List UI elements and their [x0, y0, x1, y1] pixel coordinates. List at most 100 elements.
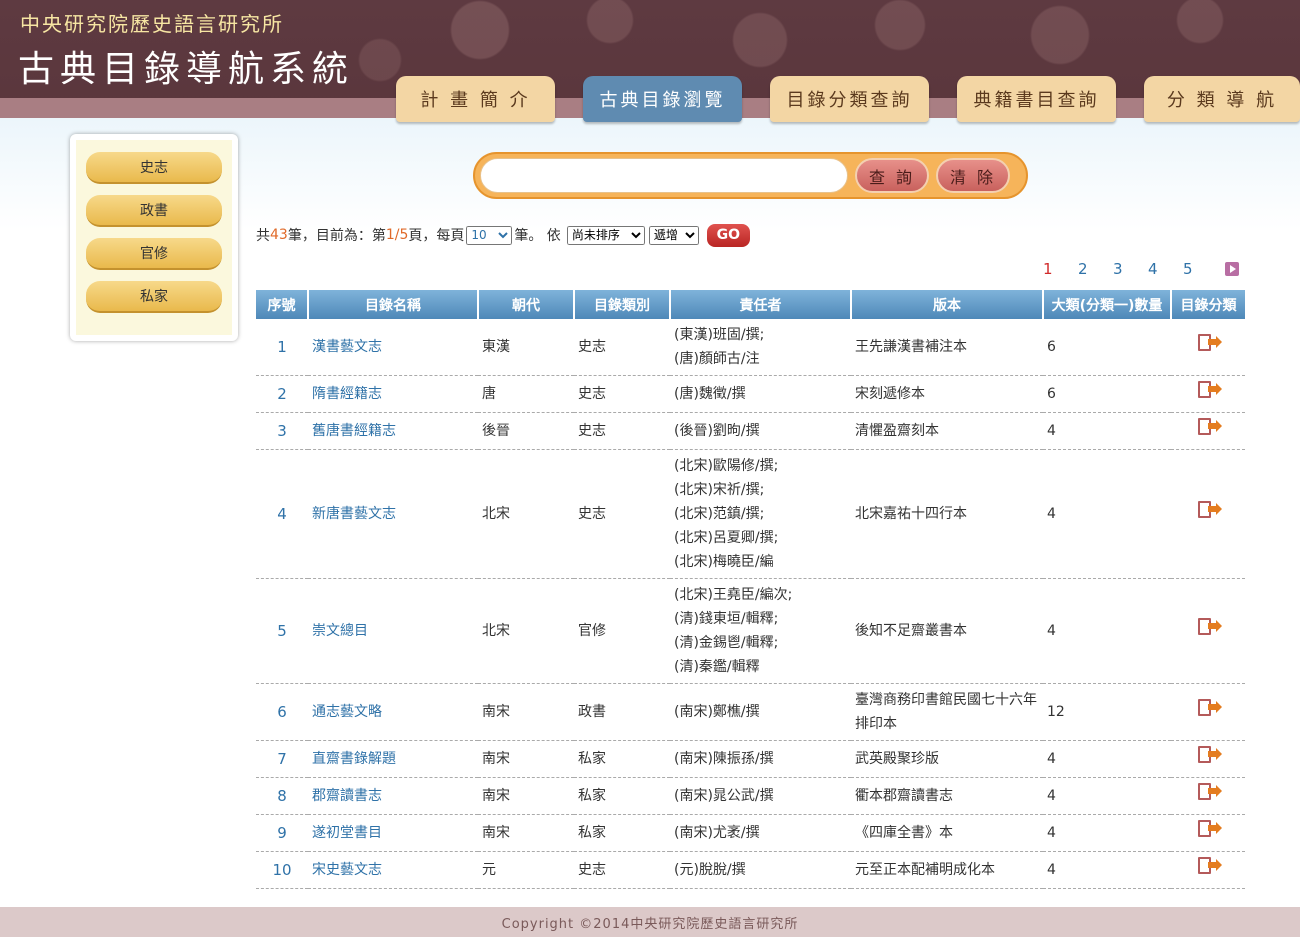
open-classification-icon[interactable] [1196, 782, 1222, 802]
next-page-icon[interactable] [1225, 262, 1239, 276]
catalog-name-link[interactable]: 新唐書藝文志 [308, 449, 478, 579]
catalog-name-link[interactable]: 隋書經籍志 [308, 375, 478, 413]
per-page-select[interactable]: 10 [466, 225, 513, 245]
sort-order-select[interactable]: 遞增 [648, 225, 699, 245]
cell-edition: 武英殿聚珍版 [851, 740, 1043, 778]
cell-category: 史志 [574, 319, 670, 376]
cell-count: 4 [1043, 578, 1171, 684]
catalog-name-link[interactable]: 遂初堂書目 [308, 814, 478, 852]
cell-category: 私家 [574, 777, 670, 815]
author-line: (北宋)范鎮/撰; [674, 506, 765, 522]
col-classify[interactable]: 目錄分類 [1171, 290, 1245, 319]
clear-button[interactable]: 清 除 [936, 158, 1010, 193]
cell-dynasty: 元 [478, 851, 574, 889]
catalog-name-link[interactable]: 郡齋讀書志 [308, 777, 478, 815]
cell-authors: (南宋)尤袤/撰 [670, 814, 851, 852]
cell-classify [1171, 578, 1245, 684]
open-classification-icon[interactable] [1196, 333, 1222, 353]
total-count: 43 [270, 227, 288, 243]
author-line: (南宋)尤袤/撰 [674, 825, 760, 841]
open-classification-icon[interactable] [1196, 380, 1222, 400]
col-category[interactable]: 目錄類別 [574, 290, 671, 319]
cell-edition: 《四庫全書》本 [851, 814, 1043, 852]
cell-dynasty: 北宋 [478, 578, 574, 684]
go-button[interactable]: GO [706, 223, 750, 247]
author-line: (北宋)歐陽修/撰; [674, 458, 779, 474]
cell-authors: (北宋)王堯臣/編次; (清)錢東垣/輯釋; (清)金錫鬯/輯釋; (清)秦鑑/輯釋 [670, 578, 851, 684]
catalog-name-link[interactable]: 直齋書錄解題 [308, 740, 478, 778]
cell-authors: (南宋)鄭樵/撰 [670, 683, 851, 741]
page-link-4[interactable]: 4 [1148, 260, 1158, 280]
tab-category-search[interactable]: 目錄分類查詢 [770, 76, 929, 122]
cell-dynasty: 南宋 [478, 740, 574, 778]
author-line: (北宋)梅曉臣/編 [674, 554, 774, 570]
catalog-name-link[interactable]: 舊唐書經籍志 [308, 412, 478, 450]
cell-edition: 後知不足齋叢書本 [851, 578, 1043, 684]
cell-dynasty: 北宋 [478, 449, 574, 579]
cell-classify [1171, 851, 1245, 889]
table-row: 7 直齋書錄解題 南宋 私家 (南宋)陳振孫/撰 武英殿聚珍版 4 [256, 740, 1245, 778]
cell-count: 4 [1043, 814, 1171, 852]
cell-seq: 1 [256, 319, 308, 376]
query-button[interactable]: 查 詢 [855, 158, 929, 193]
sidebar-item-guanxiu[interactable]: 官修 [86, 238, 222, 270]
col-dynasty[interactable]: 朝代 [478, 290, 575, 319]
tab-catalog-browse[interactable]: 古典目錄瀏覽 [583, 76, 742, 122]
page-link-5[interactable]: 5 [1183, 260, 1193, 280]
cell-dynasty: 後晉 [478, 412, 574, 450]
sidebar-item-shizhi[interactable]: 史志 [86, 152, 222, 184]
open-classification-icon[interactable] [1196, 500, 1222, 520]
table-row: 4 新唐書藝文志 北宋 史志 (北宋)歐陽修/撰; (北宋)宋祈/撰; (北宋)范鎮/撰;(… [256, 449, 1245, 579]
tab-book-search[interactable]: 典籍書目查詢 [957, 76, 1116, 122]
search-input[interactable] [480, 158, 848, 193]
open-classification-icon[interactable] [1196, 417, 1222, 437]
col-edition[interactable]: 版本 [851, 290, 1044, 319]
cell-classify [1171, 814, 1245, 852]
page-link-2[interactable]: 2 [1078, 260, 1088, 280]
tab-category-nav[interactable]: 分 類 導 航 [1144, 76, 1300, 122]
cell-edition: 北宋嘉祐十四行本 [851, 449, 1043, 579]
catalog-table: 序號 目錄名稱 朝代 目錄類別 責任者 版本 大類(分類一)數量 目錄分類 1漢… [256, 290, 1245, 889]
cell-edition: 清懼盈齋刻本 [851, 412, 1043, 450]
table-row: 6 通志藝文略 南宋 政書 (南宋)鄭樵/撰 臺灣商務印書館民國七十六年排印本 12 [256, 683, 1245, 741]
cell-authors: (唐)魏徵/撰 [670, 375, 851, 413]
open-classification-icon[interactable] [1196, 856, 1222, 876]
open-classification-icon[interactable] [1196, 819, 1222, 839]
cell-category: 史志 [574, 851, 670, 889]
catalog-name-link[interactable]: 漢書藝文志 [308, 319, 478, 376]
cell-authors: (南宋)陳振孫/撰 [670, 740, 851, 778]
cell-count: 12 [1043, 683, 1171, 741]
catalog-name-link[interactable]: 宋史藝文志 [308, 851, 478, 889]
footer-copyright: Copyright ©2014中央研究院歷史語言研究所 [0, 907, 1300, 937]
cell-category: 私家 [574, 814, 670, 852]
cell-edition: 衢本郡齋讀書志 [851, 777, 1043, 815]
cell-count: 4 [1043, 777, 1171, 815]
cell-edition: 臺灣商務印書館民國七十六年排印本 [851, 683, 1043, 741]
cell-classify [1171, 449, 1245, 579]
author-line: (元)脫脫/撰 [674, 862, 746, 878]
sidebar-item-sijia[interactable]: 私家 [86, 281, 222, 313]
col-authors[interactable]: 責任者 [670, 290, 852, 319]
cell-seq: 3 [256, 412, 308, 450]
page-link-1[interactable]: 1 [1043, 260, 1053, 280]
col-name[interactable]: 目錄名稱 [308, 290, 479, 319]
info-prefix: 共 [256, 228, 270, 244]
open-classification-icon[interactable] [1196, 617, 1222, 637]
page-link-3[interactable]: 3 [1113, 260, 1123, 280]
system-title: 古典目錄導航系統 [18, 49, 355, 90]
institute-name: 中央研究院歷史語言研究所 [20, 12, 284, 36]
sort-field-select[interactable]: 尚未排序 [566, 225, 645, 245]
table-header-row: 序號 目錄名稱 朝代 目錄類別 責任者 版本 大類(分類一)數量 目錄分類 [256, 290, 1245, 319]
author-line: (唐)魏徵/撰 [674, 386, 746, 402]
col-count[interactable]: 大類(分類一)數量 [1043, 290, 1172, 319]
cell-seq: 5 [256, 578, 308, 684]
catalog-name-link[interactable]: 通志藝文略 [308, 683, 478, 741]
table-row: 10 宋史藝文志元史志 (元)脫脫/撰 元至正本配補明成化本 4 [256, 851, 1245, 889]
col-seq[interactable]: 序號 [256, 290, 309, 319]
catalog-name-link[interactable]: 崇文總目 [308, 578, 478, 684]
tab-project-intro[interactable]: 計 畫 簡 介 [396, 76, 555, 122]
open-classification-icon[interactable] [1196, 745, 1222, 765]
open-classification-icon[interactable] [1196, 698, 1222, 718]
sidebar-item-zhengshu[interactable]: 政書 [86, 195, 222, 227]
author-line: (北宋)宋祈/撰; [674, 482, 765, 498]
